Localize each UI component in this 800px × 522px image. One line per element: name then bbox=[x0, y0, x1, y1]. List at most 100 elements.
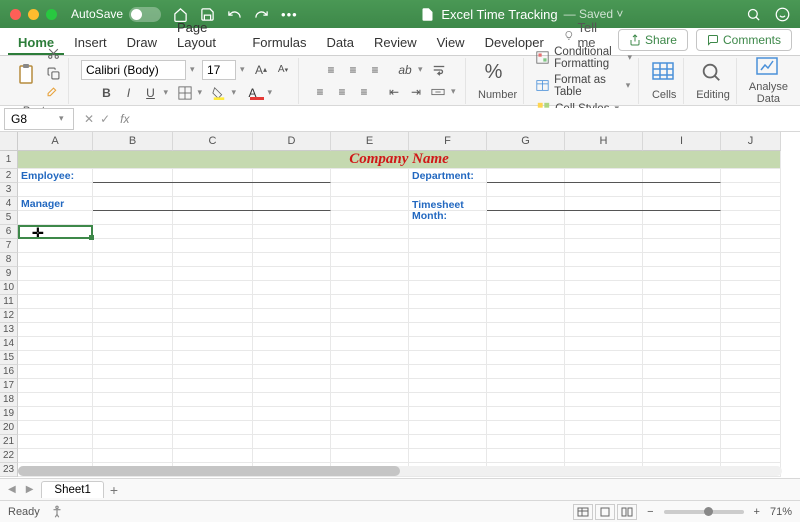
align-right[interactable]: ≡ bbox=[355, 83, 373, 101]
align-bottom[interactable]: ≡ bbox=[366, 61, 384, 79]
cell[interactable] bbox=[643, 365, 721, 379]
cell[interactable] bbox=[643, 337, 721, 351]
format-as-table[interactable]: Format as Table ▾ bbox=[536, 73, 632, 99]
cell[interactable] bbox=[173, 449, 253, 463]
cell[interactable] bbox=[173, 253, 253, 267]
employee-label[interactable]: Employee: bbox=[18, 169, 93, 183]
cell[interactable] bbox=[93, 393, 173, 407]
cell[interactable] bbox=[565, 225, 643, 239]
cell[interactable] bbox=[18, 295, 93, 309]
cell[interactable] bbox=[487, 281, 565, 295]
cell[interactable] bbox=[565, 351, 643, 365]
prev-sheet[interactable]: ◀ bbox=[6, 484, 18, 495]
cell[interactable] bbox=[173, 323, 253, 337]
col-header-I[interactable]: I bbox=[643, 132, 721, 151]
row-header-18[interactable]: 18 bbox=[0, 393, 18, 407]
orientation[interactable]: ab bbox=[396, 61, 414, 79]
col-header-C[interactable]: C bbox=[173, 132, 253, 151]
cell[interactable] bbox=[331, 421, 409, 435]
accessibility-icon[interactable] bbox=[50, 505, 64, 519]
cell[interactable] bbox=[487, 337, 565, 351]
cell[interactable] bbox=[93, 421, 173, 435]
cell[interactable] bbox=[487, 323, 565, 337]
cell[interactable] bbox=[173, 421, 253, 435]
cell[interactable] bbox=[173, 407, 253, 421]
row-header-22[interactable]: 22 bbox=[0, 449, 18, 463]
row-header-9[interactable]: 9 bbox=[0, 267, 18, 281]
cell[interactable] bbox=[93, 267, 173, 281]
cell[interactable] bbox=[18, 239, 93, 253]
row-header-11[interactable]: 11 bbox=[0, 295, 18, 309]
normal-view[interactable] bbox=[573, 504, 593, 520]
tab-formulas[interactable]: Formulas bbox=[242, 30, 316, 55]
row-header-20[interactable]: 20 bbox=[0, 421, 18, 435]
cell[interactable] bbox=[331, 211, 409, 225]
cell[interactable] bbox=[18, 183, 93, 197]
cell[interactable] bbox=[565, 309, 643, 323]
cell[interactable] bbox=[173, 267, 253, 281]
italic-button[interactable]: I bbox=[120, 84, 138, 102]
cell[interactable] bbox=[487, 407, 565, 421]
cell[interactable] bbox=[565, 281, 643, 295]
cell[interactable] bbox=[643, 407, 721, 421]
cell[interactable] bbox=[643, 267, 721, 281]
cell[interactable] bbox=[643, 379, 721, 393]
cancel-formula[interactable]: ✕ bbox=[84, 112, 94, 126]
cell[interactable] bbox=[93, 449, 173, 463]
cell[interactable] bbox=[487, 435, 565, 449]
cell[interactable] bbox=[487, 421, 565, 435]
cell[interactable] bbox=[331, 295, 409, 309]
bold-button[interactable]: B bbox=[98, 84, 116, 102]
row-header-2[interactable]: 2 bbox=[0, 169, 18, 183]
cell[interactable] bbox=[93, 211, 173, 225]
cell[interactable] bbox=[721, 197, 781, 211]
tab-review[interactable]: Review bbox=[364, 30, 427, 55]
cell[interactable] bbox=[253, 267, 331, 281]
col-header-F[interactable]: F bbox=[409, 132, 487, 151]
cell[interactable] bbox=[173, 379, 253, 393]
cell[interactable] bbox=[253, 449, 331, 463]
cell[interactable] bbox=[331, 337, 409, 351]
border-button[interactable] bbox=[176, 84, 194, 102]
cell[interactable] bbox=[173, 239, 253, 253]
cell[interactable] bbox=[721, 183, 781, 197]
zoom-level[interactable]: 71% bbox=[770, 506, 792, 518]
cell[interactable] bbox=[721, 449, 781, 463]
maximize-window[interactable] bbox=[46, 9, 57, 20]
cell[interactable] bbox=[487, 295, 565, 309]
cell[interactable] bbox=[487, 393, 565, 407]
cell[interactable] bbox=[93, 225, 173, 239]
cell[interactable] bbox=[331, 435, 409, 449]
cell[interactable] bbox=[18, 449, 93, 463]
cell[interactable] bbox=[253, 281, 331, 295]
cell[interactable] bbox=[565, 253, 643, 267]
cell[interactable] bbox=[253, 337, 331, 351]
cell[interactable] bbox=[643, 351, 721, 365]
cell[interactable] bbox=[18, 435, 93, 449]
cell[interactable] bbox=[643, 253, 721, 267]
employee-input[interactable] bbox=[93, 169, 331, 183]
cell[interactable] bbox=[253, 435, 331, 449]
row-header-12[interactable]: 12 bbox=[0, 309, 18, 323]
cell[interactable] bbox=[93, 337, 173, 351]
cell[interactable] bbox=[487, 365, 565, 379]
underline-button[interactable]: U bbox=[142, 84, 160, 102]
cell[interactable] bbox=[643, 183, 721, 197]
select-all-corner[interactable] bbox=[0, 132, 18, 151]
cell[interactable] bbox=[565, 239, 643, 253]
cell[interactable] bbox=[331, 351, 409, 365]
percent-icon[interactable]: % bbox=[485, 61, 511, 87]
cell[interactable] bbox=[331, 365, 409, 379]
cell[interactable] bbox=[565, 365, 643, 379]
align-middle[interactable]: ≡ bbox=[344, 61, 362, 79]
cell[interactable] bbox=[18, 253, 93, 267]
row-header-16[interactable]: 16 bbox=[0, 365, 18, 379]
cell[interactable] bbox=[565, 407, 643, 421]
row-header-21[interactable]: 21 bbox=[0, 435, 18, 449]
page-layout-view[interactable] bbox=[595, 504, 615, 520]
col-header-J[interactable]: J bbox=[721, 132, 781, 151]
name-box[interactable]: G8 ▾ bbox=[4, 108, 74, 130]
fx-label[interactable]: fx bbox=[116, 112, 133, 126]
cell[interactable] bbox=[721, 239, 781, 253]
cell[interactable] bbox=[643, 211, 721, 225]
